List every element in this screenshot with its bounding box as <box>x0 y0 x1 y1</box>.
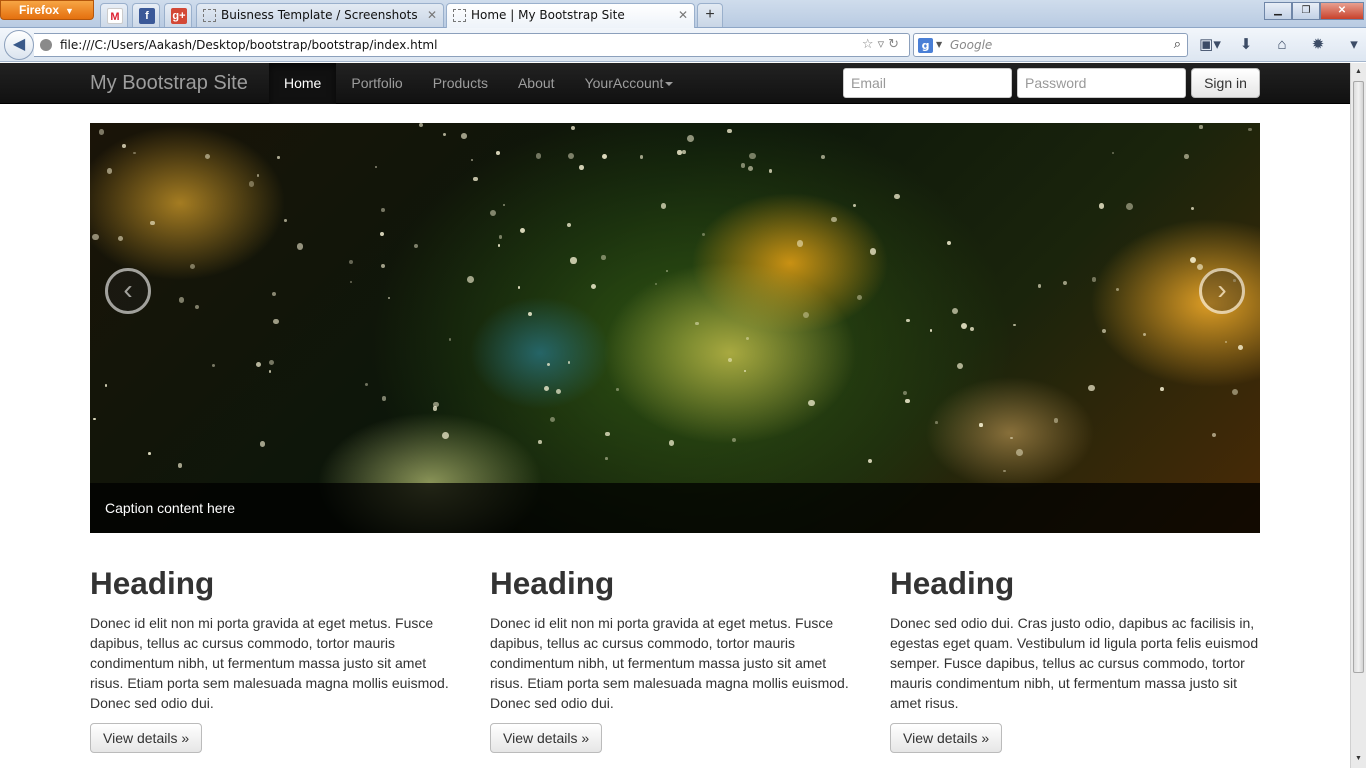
tab-title: Buisness Template / Screenshots <box>221 8 418 22</box>
search-placeholder: Google <box>950 38 993 52</box>
page-icon <box>453 9 466 22</box>
view-details-button[interactable]: View details » <box>90 723 203 753</box>
google-plus-icon: g+ <box>171 8 187 24</box>
firefox-menu-button[interactable]: Firefox ▼ <box>0 0 94 20</box>
close-tab-icon[interactable]: ✕ <box>427 4 437 26</box>
page-scrollbar[interactable]: ▲ ▼ <box>1350 63 1366 768</box>
window-controls: ▁ ❐ ✕ <box>1264 2 1364 20</box>
carousel-next-button[interactable]: › <box>1199 268 1245 314</box>
downloads-icon[interactable]: ⬇ <box>1234 34 1258 56</box>
url-bar[interactable]: file:///C:/Users/Aakash/Desktop/bootstra… <box>34 33 910 57</box>
chevron-down-icon[interactable]: ▼ <box>936 34 942 56</box>
page-viewport: My Bootstrap Site Home Portfolio Product… <box>0 63 1350 768</box>
restore-button[interactable]: ❐ <box>1292 2 1320 20</box>
home-icon[interactable]: ⌂ <box>1270 34 1294 56</box>
page-icon <box>203 9 216 22</box>
reload-icon[interactable]: ↻ <box>888 37 903 52</box>
site-navbar: My Bootstrap Site Home Portfolio Product… <box>0 63 1350 104</box>
facebook-icon: f <box>139 8 155 24</box>
url-bar-tools: ☆▿↻ <box>862 34 903 56</box>
column-heading: Heading <box>90 565 215 601</box>
browser-navigation-bar: ◀ file:///C:/Users/Aakash/Desktop/bootst… <box>0 28 1366 62</box>
bookmarks-menu-icon[interactable]: ▣▾ <box>1198 34 1222 56</box>
bookmark-star-icon[interactable]: ☆ <box>862 37 878 52</box>
url-text: file:///C:/Users/Aakash/Desktop/bootstra… <box>60 38 438 52</box>
firefox-menu-label: Firefox <box>19 3 60 17</box>
password-field[interactable] <box>1017 68 1186 98</box>
email-field[interactable] <box>843 68 1012 98</box>
signin-form: Sign in <box>843 68 1260 98</box>
site-nav-links: Home Portfolio Products About YourAccoun… <box>269 63 688 104</box>
gmail-icon: M <box>107 8 123 24</box>
feature-column: Heading Donec id elit non mi porta gravi… <box>90 563 460 753</box>
tab-home-bootstrap[interactable]: Home | My Bootstrap Site ✕ <box>446 3 695 28</box>
new-tab-button[interactable]: + <box>697 3 723 27</box>
scrollbar-thumb[interactable] <box>1353 81 1364 673</box>
search-icon[interactable]: ⌕ <box>1174 34 1181 56</box>
sign-in-button[interactable]: Sign in <box>1191 68 1260 98</box>
google-search-engine-icon[interactable]: g <box>918 38 933 53</box>
globe-icon <box>40 39 52 51</box>
minimize-button[interactable]: ▁ <box>1264 2 1292 20</box>
chevron-down-icon[interactable]: ▿ <box>878 37 889 52</box>
image-carousel[interactable]: ‹ › Caption content here <box>90 123 1260 533</box>
browser-tab-strip: Firefox ▼ M f g+ Buisness Template / Scre… <box>0 0 1366 28</box>
nav-home[interactable]: Home <box>269 63 337 104</box>
scroll-down-icon[interactable]: ▼ <box>1353 752 1364 766</box>
close-tab-icon[interactable]: ✕ <box>678 4 688 26</box>
column-text: Donec sed odio dui. Cras justo odio, dap… <box>890 615 1259 711</box>
nav-your-account-label: YourAccount <box>584 75 664 91</box>
chevron-down-icon: ▼ <box>65 6 74 16</box>
nav-products[interactable]: Products <box>418 63 503 104</box>
addon-icon[interactable]: ✹ <box>1306 34 1330 56</box>
browser-toolbar-icons: ▣▾ ⬇ ⌂ ✹ ▾ <box>1198 34 1366 56</box>
view-details-button[interactable]: View details » <box>490 723 603 753</box>
column-text: Donec id elit non mi porta gravida at eg… <box>490 615 849 711</box>
caret-down-icon <box>665 82 674 87</box>
scroll-up-icon[interactable]: ▲ <box>1353 65 1364 79</box>
carousel-caption: Caption content here <box>90 483 1260 533</box>
column-text: Donec id elit non mi porta gravida at eg… <box>90 615 449 711</box>
view-details-button[interactable]: View details » <box>890 723 1003 753</box>
nav-about[interactable]: About <box>503 63 570 104</box>
back-button[interactable]: ◀ <box>4 30 34 60</box>
carousel-caption-text: Caption content here <box>105 500 235 516</box>
search-bar[interactable]: g ▼ Google ⌕ <box>913 33 1188 57</box>
close-window-button[interactable]: ✕ <box>1320 2 1364 20</box>
chevron-down-icon[interactable]: ▾ <box>1342 34 1366 56</box>
nav-your-account-dropdown[interactable]: YourAccount <box>570 63 689 104</box>
feature-columns: Heading Donec id elit non mi porta gravi… <box>90 563 1260 753</box>
column-heading: Heading <box>490 565 615 601</box>
pinned-tab-facebook[interactable]: f <box>132 3 160 27</box>
tab-business-template[interactable]: Buisness Template / Screenshots ✕ <box>196 3 444 27</box>
pinned-tab-google-plus[interactable]: g+ <box>164 3 192 27</box>
carousel-prev-button[interactable]: ‹ <box>105 268 151 314</box>
feature-column: Heading Donec sed odio dui. Cras justo o… <box>890 563 1260 753</box>
back-arrow-icon: ◀ <box>12 36 26 53</box>
nav-portfolio[interactable]: Portfolio <box>336 63 417 104</box>
column-heading: Heading <box>890 565 1015 601</box>
site-brand[interactable]: My Bootstrap Site <box>90 63 248 104</box>
pinned-tab-gmail[interactable]: M <box>100 3 128 27</box>
tab-title: Home | My Bootstrap Site <box>471 8 625 22</box>
feature-column: Heading Donec id elit non mi porta gravi… <box>490 563 860 753</box>
carousel-image-butterflies <box>90 123 1260 533</box>
